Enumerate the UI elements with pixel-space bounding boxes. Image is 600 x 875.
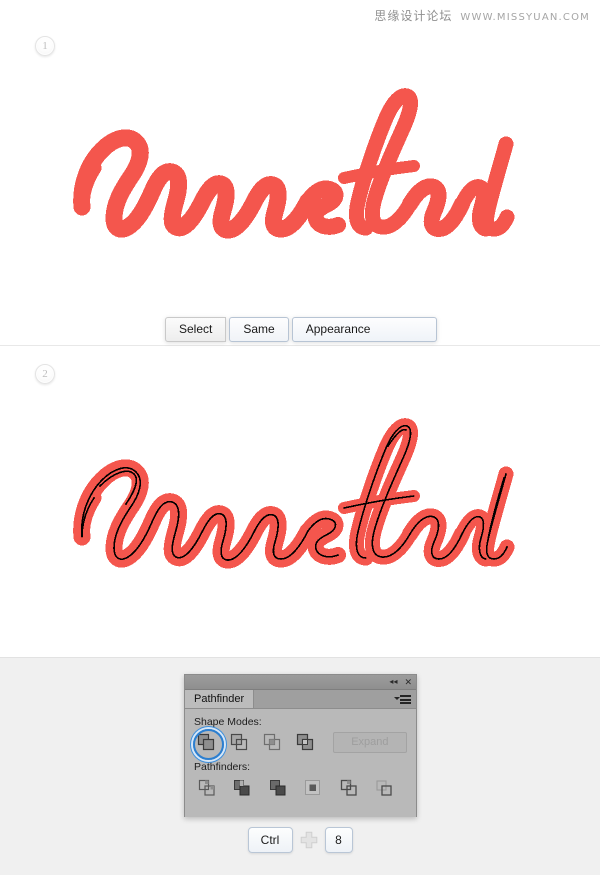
step-badge-1-label: 1 (42, 40, 48, 52)
keyboard-shortcut: Ctrl 8 (0, 827, 600, 853)
shape-modes-row: Expand (192, 729, 407, 760)
shape-mode-exclude-icon[interactable] (294, 731, 317, 753)
panel-body: Shape Modes: Expand Pathfinders: (185, 709, 416, 817)
step-divider (0, 345, 600, 346)
pathfinders-row (194, 777, 407, 799)
menu-command-strip: Select Same Appearance (165, 317, 437, 342)
key-ctrl: Ctrl (247, 827, 293, 853)
step-badge-2: 2 (35, 364, 55, 384)
pathfinder-crop-icon[interactable] (301, 777, 327, 799)
shape-modes-label: Shape Modes: (194, 716, 262, 728)
menu-select-button[interactable]: Select (165, 317, 227, 342)
shape-mode-intersect-icon[interactable] (260, 731, 283, 753)
pathfinder-minus-back-icon[interactable] (372, 777, 398, 799)
plus-icon (300, 831, 318, 849)
panel-tab-row: Pathfinder (185, 690, 416, 709)
pathfinder-divide-icon[interactable] (194, 777, 220, 799)
panel-titlebar: ◂◂ ✕ (185, 675, 416, 690)
shape-mode-unite-icon[interactable] (192, 729, 225, 760)
site-watermark: 思缘设计论坛 WWW.MISSYUAN.COM (374, 7, 590, 24)
panel-menu-icon[interactable] (389, 690, 416, 708)
artwork-mustard-outlined (70, 412, 520, 582)
pathfinder-trim-icon[interactable] (230, 777, 256, 799)
close-icon[interactable]: ✕ (404, 678, 412, 687)
shape-mode-minus-front-icon[interactable] (227, 731, 250, 753)
tab-pathfinder-label: Pathfinder (194, 693, 245, 705)
tab-row-filler (254, 690, 389, 708)
step-badge-2-label: 2 (42, 368, 48, 380)
pathfinder-merge-icon[interactable] (265, 777, 291, 799)
watermark-url-text: WWW.MISSYUAN.COM (460, 12, 590, 23)
pathfinders-label: Pathfinders: (194, 761, 251, 773)
artwork-mustard-filled (70, 82, 520, 252)
tab-pathfinder[interactable]: Pathfinder (185, 690, 255, 708)
menu-appearance-button[interactable]: Appearance (291, 317, 437, 342)
watermark-cn-text: 思缘设计论坛 (374, 9, 453, 23)
step-badge-1: 1 (35, 36, 55, 56)
collapse-to-icons-icon[interactable]: ◂◂ (389, 678, 397, 686)
pathfinder-outline-icon[interactable] (336, 777, 362, 799)
pathfinder-panel: ◂◂ ✕ Pathfinder Shape Modes: Expand Path… (184, 674, 417, 817)
expand-button[interactable]: Expand (332, 731, 407, 753)
key-8: 8 (324, 827, 353, 853)
menu-same-button[interactable]: Same (229, 317, 289, 342)
